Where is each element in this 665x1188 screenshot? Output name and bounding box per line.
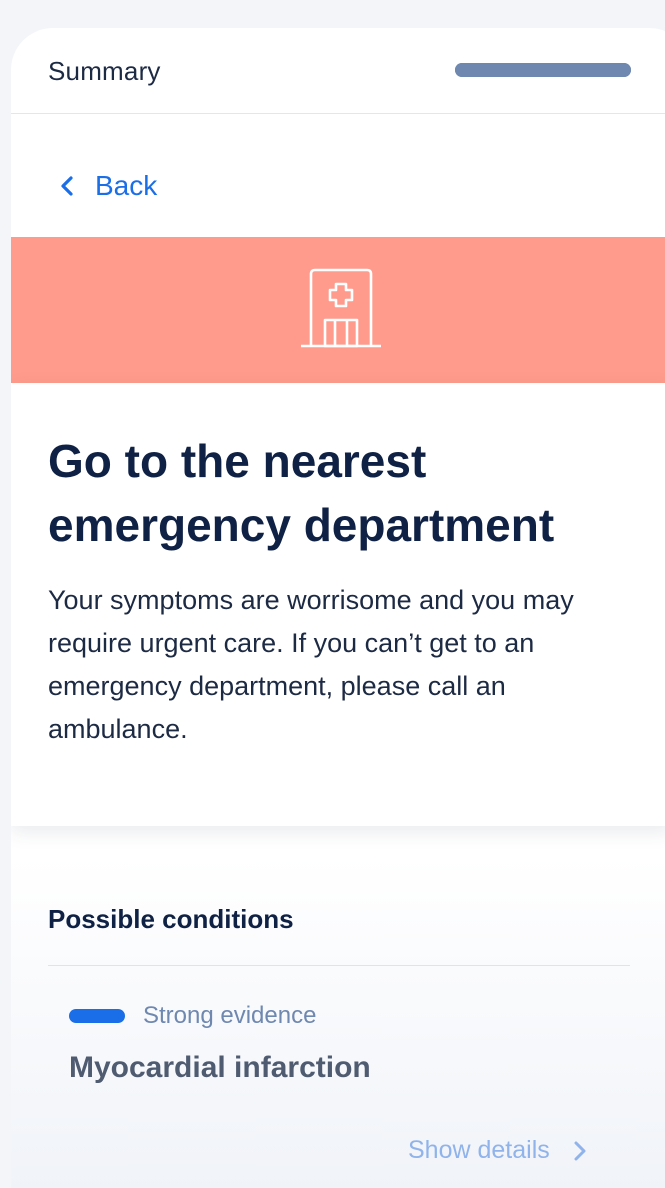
header: Summary: [11, 28, 665, 114]
show-details-label: Show details: [408, 1136, 550, 1164]
back-button[interactable]: Back: [57, 170, 157, 202]
divider: [48, 965, 630, 966]
triage-card: Go to the nearest emergency department Y…: [11, 383, 665, 826]
hospital-icon: [301, 268, 381, 347]
evidence-label: Strong evidence: [143, 1002, 317, 1029]
progress-bar-fill: [455, 63, 631, 77]
page-title: Summary: [48, 56, 161, 86]
conditions-title: Possible conditions: [48, 904, 294, 934]
chevron-right-icon: [574, 1141, 586, 1160]
progress-bar: [455, 63, 631, 77]
back-label: Back: [95, 170, 158, 201]
app-screen: Summary Back Go to the nearest emergency…: [11, 28, 665, 1188]
triage-description: Your symptoms are worrisome and you may …: [48, 585, 574, 744]
show-details-button[interactable]: Show details: [408, 1136, 588, 1165]
conditions-section: Possible conditions Strong evidence Myoc…: [11, 856, 665, 1188]
triage-headline: Go to the nearest emergency department: [48, 435, 555, 551]
evidence-bar: [69, 1009, 125, 1023]
evidence-indicator: Strong evidence: [69, 1002, 316, 1030]
triage-banner: [11, 237, 665, 383]
chevron-left-icon: [61, 176, 73, 196]
condition-name: Myocardial infarction: [69, 1051, 371, 1084]
